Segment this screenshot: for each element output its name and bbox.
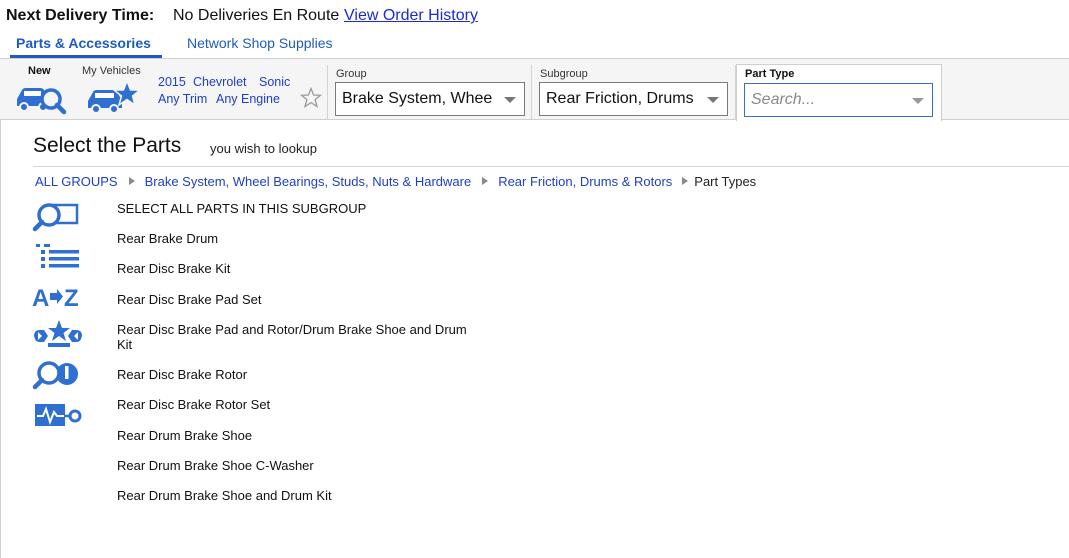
search-wrench-icon[interactable] [32, 360, 82, 390]
favorite-star-icon[interactable] [300, 87, 322, 109]
delivery-label: Next Delivery Time: [6, 7, 155, 24]
part-type-item[interactable]: Rear Brake Drum [117, 231, 467, 246]
breadcrumb-arrow-icon [682, 177, 689, 185]
delivery-bar: Next Delivery Time: No Deliveries En Rou… [0, 0, 1069, 32]
main-tabs: Parts & Accessories Network Shop Supplie… [0, 32, 1069, 59]
tools-star-icon[interactable] [32, 318, 84, 352]
part-type-item[interactable]: Rear Disc Brake Rotor [117, 367, 467, 382]
group-select[interactable]: Brake System, Whee [335, 82, 525, 116]
view-order-history-link[interactable]: View Order History [344, 7, 478, 25]
diagnostics-icon[interactable] [32, 400, 82, 430]
delivery-status: No Deliveries En Route [173, 7, 340, 24]
vehicle-trim-link[interactable]: Any Trim [158, 92, 207, 106]
select-all-parts-item[interactable]: SELECT ALL PARTS IN THIS SUBGROUP [117, 201, 467, 216]
vehicle-model-link[interactable]: Sonic [259, 75, 290, 89]
breadcrumb-current: Part Types [694, 174, 757, 189]
part-type-item[interactable]: Rear Disc Brake Pad Set [117, 292, 467, 307]
group-selected-value: Brake System, Whee [342, 90, 493, 107]
part-type-item[interactable]: Rear Disc Brake Rotor Set [117, 397, 467, 412]
list-view-icon[interactable] [32, 242, 82, 270]
breadcrumb-subgroup[interactable]: Rear Friction, Drums & Rotors [498, 174, 672, 189]
group-dropdown-panel: Group Brake System, Whee [327, 65, 532, 119]
subgroup-select[interactable]: Rear Friction, Drums [539, 82, 728, 116]
tab-network-shop-supplies[interactable]: Network Shop Supplies [187, 35, 333, 51]
a-to-z-sort-icon[interactable]: A Z [32, 283, 84, 311]
parts-search-icon[interactable] [32, 201, 82, 233]
group-label: Group [336, 68, 367, 80]
breadcrumb: ALL GROUPS Brake System, Wheel Bearings, … [35, 174, 756, 189]
breadcrumb-group[interactable]: Brake System, Wheel Bearings, Studs, Nut… [145, 174, 472, 189]
vehicle-selector-bar: New My Vehicles 2015 Chevrolet Sonic Any… [0, 59, 1069, 121]
part-type-item[interactable]: Rear Drum Brake Shoe C-Washer [117, 458, 467, 473]
subgroup-selected-value: Rear Friction, Drums [546, 90, 694, 107]
chevron-down-icon [504, 97, 516, 103]
part-type-search-field[interactable]: Search... [744, 83, 933, 117]
part-type-panel: Part Type Search... [736, 64, 942, 121]
chevron-down-icon [912, 98, 924, 104]
vehicle-year-link[interactable]: 2015 [158, 75, 186, 89]
new-vehicle-label: New [28, 65, 51, 77]
part-type-search-placeholder: Search... [751, 91, 816, 108]
subgroup-dropdown-panel: Subgroup Rear Friction, Drums [532, 65, 736, 119]
active-tab-indicator [10, 55, 162, 58]
part-type-item[interactable]: Rear Disc Brake Pad and Rotor/Drum Brake… [117, 322, 467, 352]
new-vehicle-search-icon[interactable] [13, 79, 67, 115]
my-vehicles-icon[interactable] [86, 79, 142, 115]
breadcrumb-arrow-icon [128, 177, 135, 185]
tab-parts-accessories[interactable]: Parts & Accessories [16, 35, 151, 51]
page-subtitle: you wish to lookup [210, 141, 317, 156]
part-type-item[interactable]: Rear Drum Brake Shoe and Drum Kit [117, 488, 467, 503]
part-type-label: Part Type [745, 68, 795, 80]
part-selection-panel: Select the Parts you wish to lookup ALL … [0, 120, 1069, 558]
breadcrumb-all-groups[interactable]: ALL GROUPS [35, 174, 118, 189]
page-title: Select the Parts [33, 134, 182, 157]
part-type-item[interactable]: Rear Drum Brake Shoe [117, 428, 467, 443]
svg-text:A: A [32, 285, 49, 311]
title-divider [33, 166, 1069, 167]
chevron-down-icon [707, 97, 719, 103]
subgroup-label: Subgroup [540, 68, 588, 80]
part-type-item[interactable]: Rear Disc Brake Kit [117, 261, 467, 276]
my-vehicles-label: My Vehicles [82, 65, 141, 77]
vehicle-make-link[interactable]: Chevrolet [193, 75, 247, 89]
vehicle-engine-link[interactable]: Any Engine [216, 92, 280, 106]
breadcrumb-arrow-icon [482, 177, 489, 185]
svg-text:Z: Z [64, 285, 79, 311]
